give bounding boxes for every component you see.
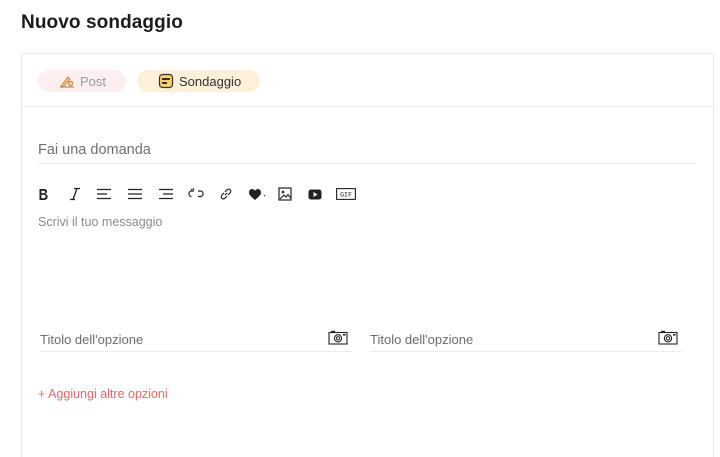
camera-icon[interactable] — [658, 330, 678, 350]
message-textarea[interactable] — [38, 215, 696, 315]
align-left-button[interactable] — [96, 184, 112, 204]
add-more-options-link[interactable]: + Aggiungi altre opzioni — [38, 387, 168, 401]
poll-form-card: Post Sondaggio Fai una domanda GIF Scriv… — [21, 53, 714, 457]
align-right-icon — [159, 188, 173, 200]
poll-option-2 — [370, 326, 682, 352]
video-icon — [308, 189, 322, 199]
question-input[interactable] — [38, 136, 696, 164]
gif-label: GIF — [340, 191, 352, 199]
bold-button[interactable] — [38, 184, 55, 204]
italic-icon — [70, 187, 80, 201]
align-right-button[interactable] — [158, 184, 174, 204]
pencil-hand-icon — [59, 73, 75, 89]
align-left-icon — [97, 188, 111, 200]
emoji-picker-button[interactable] — [248, 184, 268, 204]
gif-button[interactable]: GIF — [336, 184, 356, 204]
camera-icon[interactable] — [328, 330, 348, 350]
heart-icon — [249, 188, 266, 200]
page-title: Nuovo sondaggio — [21, 12, 183, 33]
option-title-input[interactable] — [370, 330, 640, 348]
unlink-button[interactable] — [188, 184, 204, 204]
gif-icon: GIF — [336, 188, 356, 200]
poll-icon — [158, 73, 174, 89]
tab-post[interactable]: Post — [38, 70, 126, 92]
bold-icon — [39, 188, 48, 200]
post-type-tabs: Post Sondaggio — [22, 54, 713, 107]
align-center-icon — [128, 188, 142, 200]
poll-option-1 — [40, 326, 352, 352]
link-button[interactable] — [219, 184, 233, 204]
align-center-button[interactable] — [127, 184, 143, 204]
editor-toolbar: GIF — [38, 184, 356, 204]
tab-post-label: Post — [80, 73, 107, 89]
tab-sondaggio-label: Sondaggio — [179, 73, 242, 89]
option-title-input[interactable] — [40, 330, 310, 348]
tab-sondaggio[interactable]: Sondaggio — [137, 70, 260, 92]
image-button[interactable] — [278, 184, 292, 204]
link-icon — [220, 188, 232, 200]
image-icon — [278, 187, 292, 201]
unlink-icon — [188, 187, 204, 198]
italic-button[interactable] — [68, 184, 82, 204]
video-button[interactable] — [308, 184, 322, 204]
